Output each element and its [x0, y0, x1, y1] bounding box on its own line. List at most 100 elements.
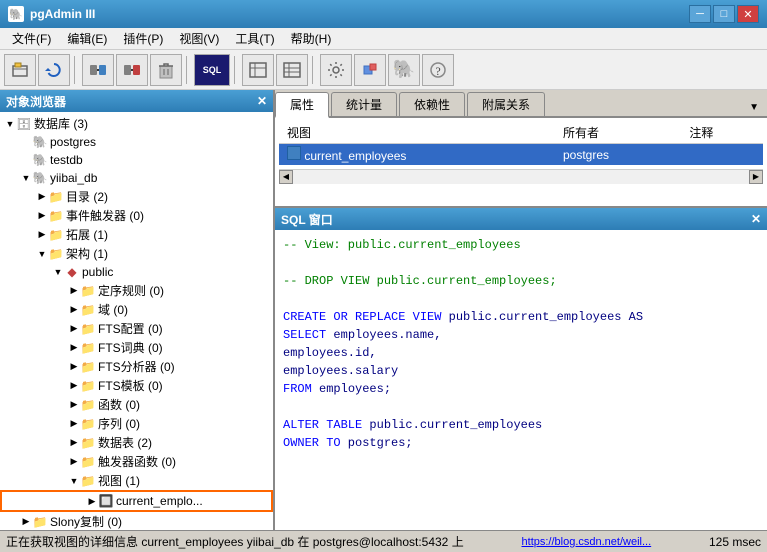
sql-suffix: public.current_employees AS [441, 310, 643, 324]
tab-arrow[interactable]: ▼ [741, 99, 767, 116]
tab-properties[interactable]: 属性 [275, 92, 329, 118]
sql-line: -- View: public.current_employees [283, 236, 759, 254]
tree-node-label: 拓展 (1) [66, 226, 108, 243]
tree-node-icon: 📁 [32, 514, 48, 530]
tree-expander[interactable] [20, 152, 32, 168]
tree-expander[interactable]: ▼ [4, 116, 16, 132]
tab-statistics[interactable]: 统计量 [331, 92, 397, 116]
tree-item[interactable]: ▶ 📁 触发器函数 (0) [0, 452, 273, 471]
prop-cell-owner: postgres [555, 144, 681, 166]
tree-item[interactable]: ▶ 📁 FTS分析器 (0) [0, 357, 273, 376]
tree-item[interactable]: ▶ 📁 目录 (2) [0, 187, 273, 206]
menu-help[interactable]: 帮助(H) [283, 28, 340, 49]
sql-suffix: postgres; [341, 436, 413, 450]
tree-expander[interactable]: ▶ [36, 208, 48, 224]
tree-expander[interactable]: ▶ [68, 397, 80, 413]
tree-expander[interactable]: ▼ [36, 246, 48, 262]
tree-expander[interactable]: ▶ [20, 514, 32, 530]
tree-expander[interactable]: ▶ [68, 378, 80, 394]
tree-expander[interactable]: ▶ [68, 435, 80, 451]
tree-item[interactable]: ▶ 📁 事件触发器 (0) [0, 206, 273, 225]
tree-expander[interactable]: ▼ [68, 473, 80, 489]
tree-item[interactable]: ▼ 🐘 yiibai_db [0, 169, 273, 187]
toolbar-delete-btn[interactable] [150, 54, 182, 86]
menu-edit[interactable]: 编辑(E) [59, 28, 115, 49]
tree-expander[interactable] [20, 134, 32, 150]
maximize-button[interactable]: □ [713, 5, 735, 23]
toolbar-plugin-btn[interactable] [354, 54, 386, 86]
tree-item[interactable]: ▶ 📁 序列 (0) [0, 414, 273, 433]
tree-node-label: yiibai_db [50, 171, 97, 185]
properties-content: 视图 所有者 注释 current_employees postgres ◀ ▶ [275, 118, 767, 208]
tree-expander[interactable]: ▶ [68, 454, 80, 470]
toolbar-elephant-btn[interactable]: 🐘 [388, 54, 420, 86]
tree-node-label: public [82, 265, 113, 279]
toolbar-view-btn[interactable] [276, 54, 308, 86]
tree-expander[interactable]: ▼ [20, 170, 32, 186]
menu-plugin[interactable]: 插件(P) [115, 28, 171, 49]
tree-expander[interactable]: ▶ [36, 189, 48, 205]
sql-line: FROM employees; [283, 380, 759, 398]
title-controls: ─ □ ✕ [689, 5, 759, 23]
sql-suffix: public.current_employees [362, 418, 542, 432]
tree-expander[interactable]: ▶ [36, 227, 48, 243]
tree-expander[interactable]: ▼ [52, 264, 64, 280]
tree-item[interactable]: 🐘 postgres [0, 133, 273, 151]
sql-keyword: SELECT [283, 328, 326, 342]
tree-area[interactable]: ▼ 🗄 数据库 (3) 🐘 postgres 🐘 testdb ▼ 🐘 yiib… [0, 112, 273, 530]
tree-item[interactable]: ▶ 📁 FTS配置 (0) [0, 319, 273, 338]
tree-item[interactable]: ▶ 🔲 current_emplo... [0, 490, 273, 512]
tree-expander[interactable]: ▶ [68, 359, 80, 375]
tree-item[interactable]: ▼ 📁 架构 (1) [0, 244, 273, 263]
tree-item[interactable]: ▶ 📁 函数 (0) [0, 395, 273, 414]
tree-expander[interactable]: ▶ [68, 302, 80, 318]
tree-expander[interactable]: ▶ [68, 340, 80, 356]
tree-item[interactable]: ▶ 📁 数据表 (2) [0, 433, 273, 452]
tree-node-icon: 📁 [48, 189, 64, 205]
toolbar-config-btn[interactable] [320, 54, 352, 86]
toolbar-table-btn[interactable] [242, 54, 274, 86]
tree-item[interactable]: ▶ 📁 FTS词典 (0) [0, 338, 273, 357]
menu-tools[interactable]: 工具(T) [227, 28, 282, 49]
tree-item[interactable]: ▶ 📁 Slony复制 (0) [0, 512, 273, 530]
tree-item[interactable]: ▶ 📁 域 (0) [0, 300, 273, 319]
tree-node-label: 函数 (0) [98, 396, 140, 413]
tree-node-icon: 🔲 [98, 493, 114, 509]
tree-expander[interactable]: ▶ [68, 321, 80, 337]
toolbar-sql-btn[interactable]: SQL [194, 54, 230, 86]
tree-item[interactable]: ▶ 📁 拓展 (1) [0, 225, 273, 244]
toolbar-connect-btn[interactable] [82, 54, 114, 86]
col-header-comment: 注释 [681, 122, 763, 144]
sql-close-icon[interactable]: ✕ [751, 212, 761, 226]
sql-comment: -- View: public.current_employees [283, 238, 521, 252]
sql-keyword: FROM [283, 382, 312, 396]
sql-content[interactable]: -- View: public.current_employees -- DRO… [275, 230, 767, 530]
toolbar-refresh-btn[interactable] [38, 54, 70, 86]
tree-expander[interactable]: ▶ [86, 493, 98, 509]
tree-expander[interactable]: ▶ [68, 283, 80, 299]
table-row[interactable]: current_employees postgres [279, 144, 763, 166]
tree-item[interactable]: ▶ 📁 定序规则 (0) [0, 281, 273, 300]
tree-node-label: FTS配置 (0) [98, 320, 163, 337]
tree-expander[interactable]: ▶ [68, 416, 80, 432]
tree-item[interactable]: ▼ 🗄 数据库 (3) [0, 114, 273, 133]
tab-dependencies[interactable]: 依赖性 [399, 92, 465, 116]
toolbar-disconnect-btn[interactable] [116, 54, 148, 86]
object-browser-close[interactable]: ✕ [257, 94, 267, 108]
toolbar-sep-2 [186, 56, 190, 84]
tree-node-icon: 📁 [80, 473, 96, 489]
sql-line: -- DROP VIEW public.current_employees; [283, 272, 759, 290]
tree-item[interactable]: ▼ 📁 视图 (1) [0, 471, 273, 490]
close-button[interactable]: ✕ [737, 5, 759, 23]
toolbar-open-btn[interactable] [4, 54, 36, 86]
tree-item[interactable]: ▼ ◆ public [0, 263, 273, 281]
tree-item[interactable]: ▶ 📁 FTS模板 (0) [0, 376, 273, 395]
menu-file[interactable]: 文件(F) [4, 28, 59, 49]
minimize-button[interactable]: ─ [689, 5, 711, 23]
menu-view[interactable]: 视图(V) [171, 28, 227, 49]
tree-node-icon: 📁 [80, 397, 96, 413]
sql-keyword: OWNER TO [283, 436, 341, 450]
tree-item[interactable]: 🐘 testdb [0, 151, 273, 169]
toolbar-help-btn[interactable]: ? [422, 54, 454, 86]
tab-dependents[interactable]: 附属关系 [467, 92, 545, 116]
